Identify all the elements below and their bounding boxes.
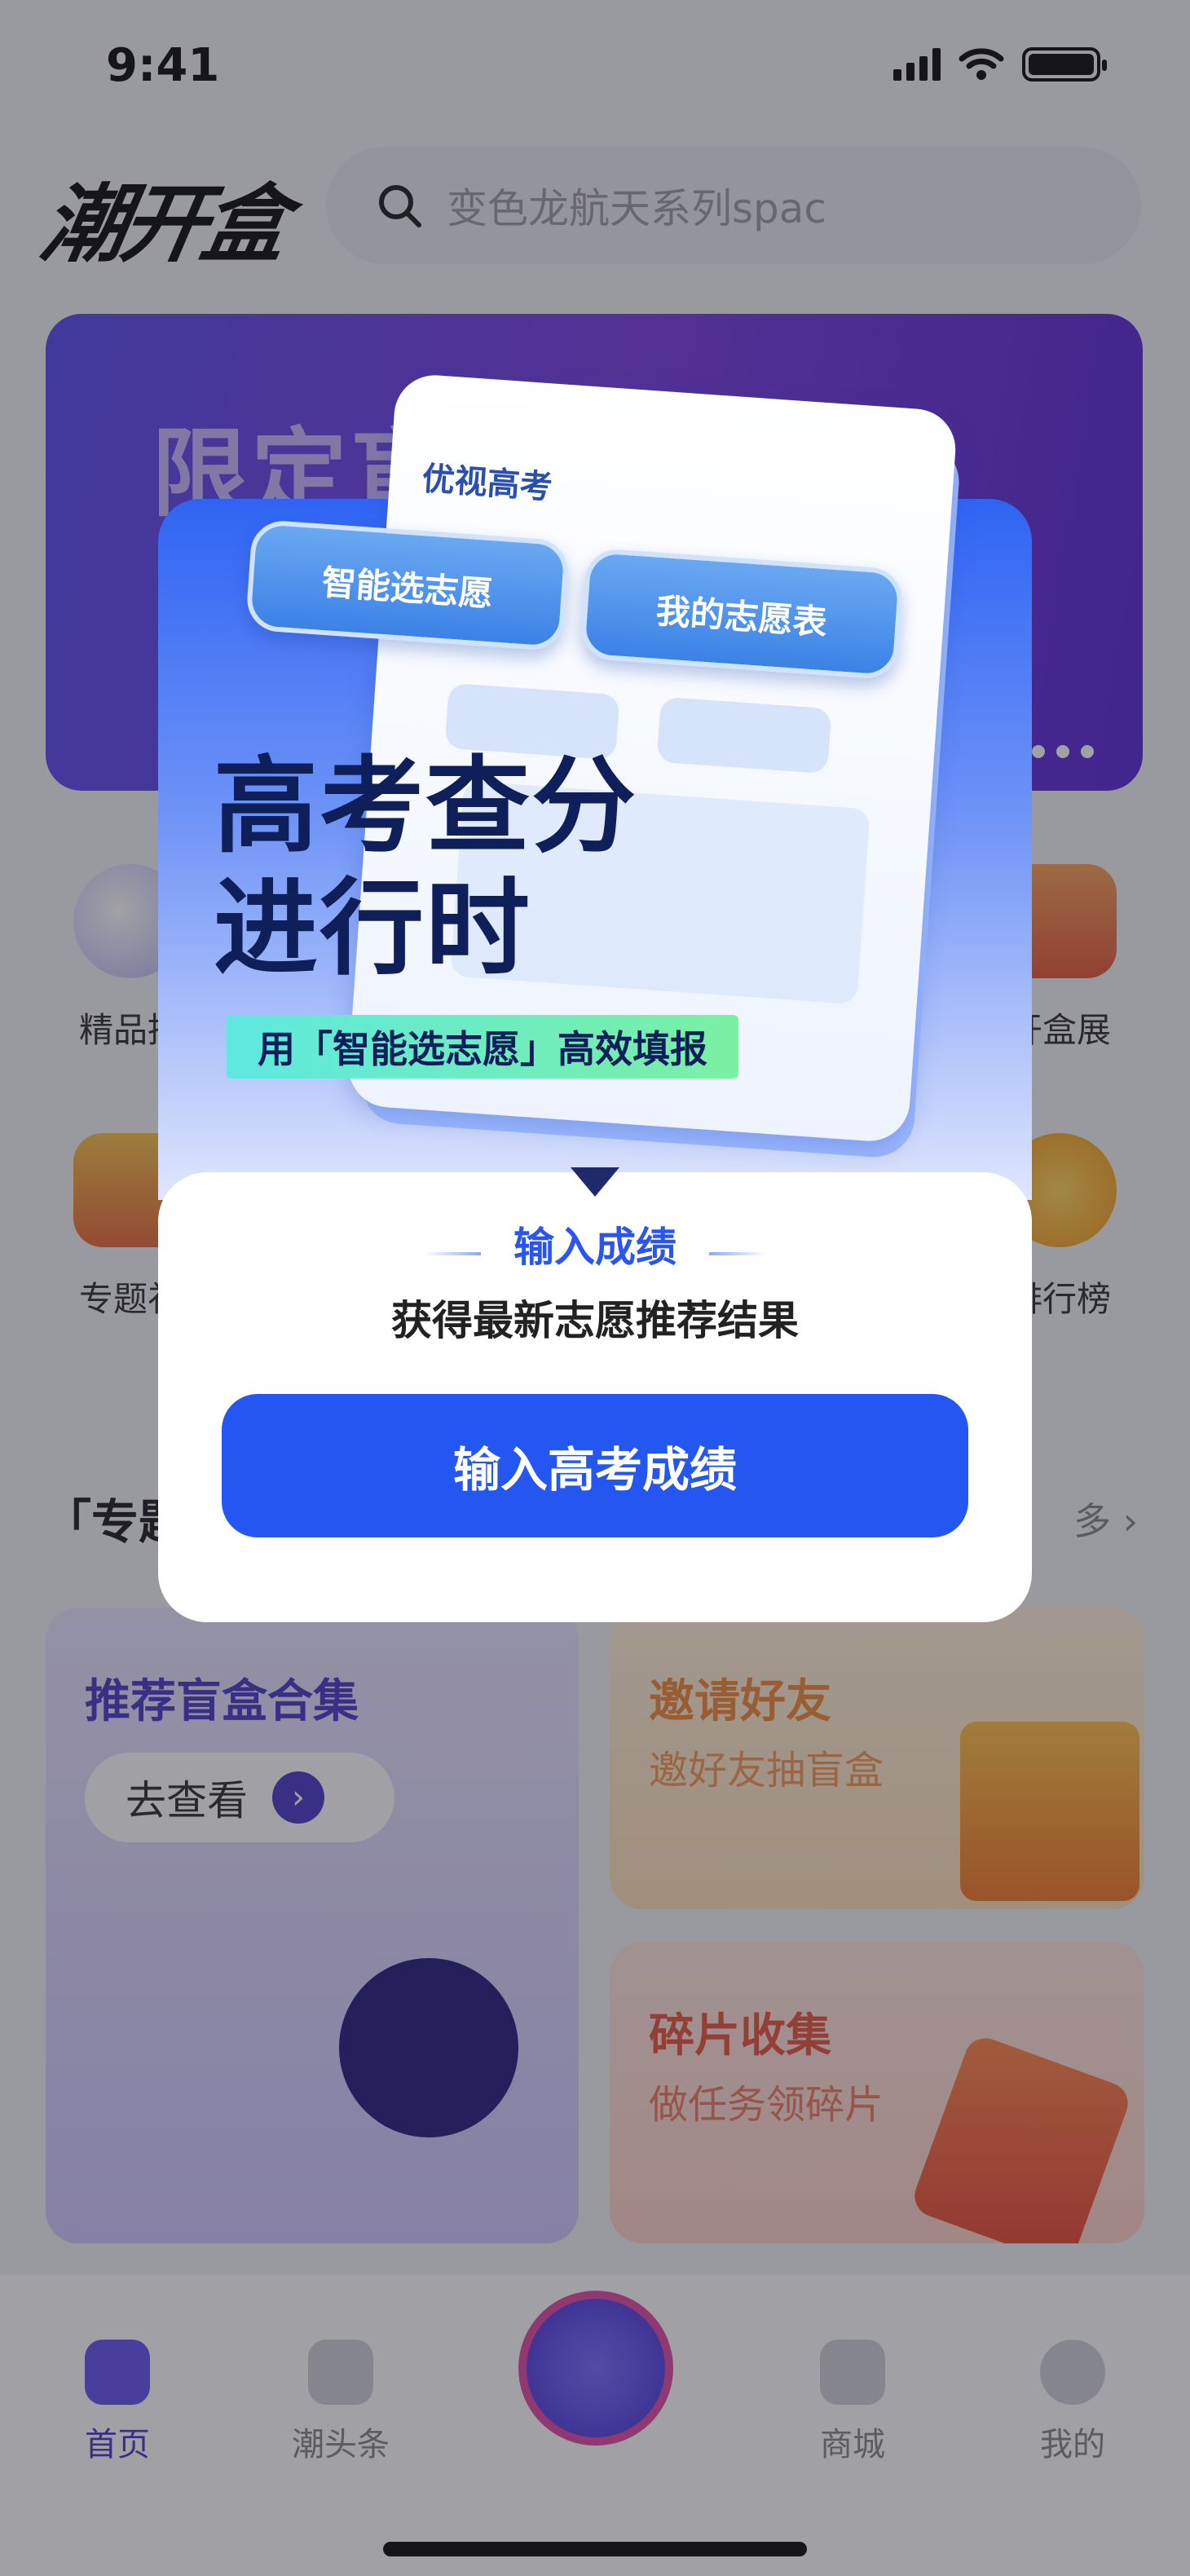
my-volunteer-tile: 我的志愿表 xyxy=(579,547,905,681)
enter-score-button[interactable]: 输入高考成绩 xyxy=(222,1394,968,1537)
paper-title: 优视高考 xyxy=(421,460,554,507)
dialog-subtitle: 输入成绩 xyxy=(513,1224,677,1271)
headline-line1: 高考查分 xyxy=(214,746,638,867)
headline-line2: 进行时 xyxy=(214,868,532,990)
dialog-description: 获得最新志愿推荐结果 xyxy=(391,1297,799,1344)
smart-choice-tile: 智能选志愿 xyxy=(245,518,571,652)
dialog-headline: 高考查分 进行时 xyxy=(214,746,637,990)
paper-placeholder xyxy=(656,696,832,774)
dialog-slogan: 用「智能选志愿」高效填报 xyxy=(227,1015,738,1078)
